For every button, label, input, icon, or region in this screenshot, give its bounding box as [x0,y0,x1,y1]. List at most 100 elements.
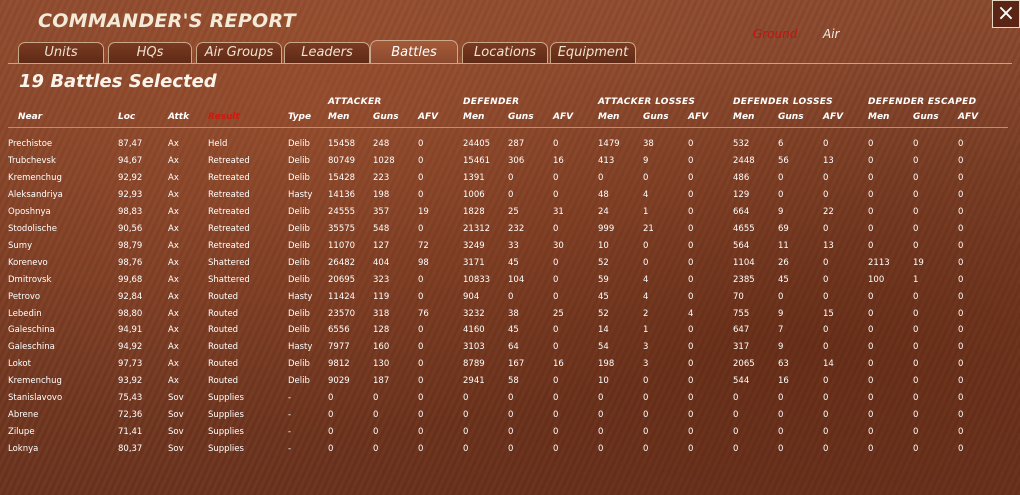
table-cell: 0 [688,325,694,336]
table-row[interactable]: Oposhnya 98,83 Ax Retreated Delib 24555 357 19 1… [0,207,1010,223]
table-cell: 0 [373,427,379,438]
table-cell: 0 [733,444,739,455]
table-row[interactable]: Prechistoe 87,47 Ax Held Delib 15458 248 0 24405… [0,139,1010,155]
table-cell: 15 [823,308,834,319]
table-cell: Delib [288,359,310,370]
table-cell: 0 [688,257,694,268]
table-cell: 0 [553,257,559,268]
column-header-men[interactable]: Men [598,112,619,122]
column-header-afv[interactable]: AFV [958,112,978,122]
table-row[interactable]: Korenevo 98,76 Ax Shattered Delib 26482 404 98 3… [0,258,1010,274]
table-cell: 9029 [328,376,350,387]
table-cell: 0 [913,172,919,183]
table-row[interactable]: Kremenchug 93,92 Ax Routed Delib 9029 187 0 2941… [0,376,1010,392]
column-header-guns[interactable]: Guns [913,112,939,122]
table-cell: 16 [553,155,564,166]
table-row[interactable]: Dmitrovsk 99,68 Ax Shattered Delib 20695 323 0 1… [0,275,1010,291]
table-cell: Kremenchug [8,172,62,183]
column-header-loc[interactable]: Loc [118,112,135,122]
table-row[interactable]: Aleksandriya 92,93 Ax Retreated Hasty 14136 19… [0,190,1010,206]
column-header-afv[interactable]: AFV [823,112,843,122]
table-row[interactable]: Stodolische 90,56 Ax Retreated Delib 35575 548… [0,224,1010,240]
table-cell: 306 [508,155,525,166]
table-row[interactable]: Sumy 98,79 Ax Retreated Delib 11070 127 72 3249 3… [0,241,1010,257]
column-header-guns[interactable]: Guns [508,112,534,122]
table-cell: 0 [778,444,784,455]
table-cell: 0 [958,223,964,234]
column-header-guns[interactable]: Guns [373,112,399,122]
column-header-attk[interactable]: Attk [168,112,189,122]
table-row[interactable]: Kremenchug 92,92 Ax Retreated Delib 15428 223 0… [0,173,1010,189]
table-cell: Ax [168,139,179,149]
table-row[interactable]: Lokot 97,73 Ax Routed Delib 9812 130 0 8789 167 16… [0,359,1010,375]
table-cell: Delib [288,206,310,217]
table-cell: - [288,427,292,438]
table-cell: 0 [643,376,649,387]
header-divider [8,127,1008,128]
column-header-men[interactable]: Men [463,112,484,122]
tab-locations[interactable]: Locations [462,42,548,63]
table-cell: Aleksandriya [8,189,63,200]
group-header-defender-losses: DEFENDER LOSSES [733,97,833,107]
table-cell: 0 [778,393,784,404]
table-row[interactable]: Stanislavovo 75,43 Sov Supplies - 0 0 0 0 0 0 0 0 0 0 0… [0,393,1010,409]
table-cell: Dmitrovsk [8,274,52,285]
table-cell: 70 [733,291,744,302]
table-row[interactable]: Petrovo 92,84 Ax Routed Hasty 11424 119 0 904 0 0 4… [0,292,1010,308]
table-cell: Abrene [8,410,39,421]
table-cell: 0 [868,308,874,319]
table-cell: 14 [823,359,834,370]
table-cell: Ax [168,274,179,285]
column-header-afv[interactable]: AFV [688,112,708,122]
table-cell: Ax [168,359,179,370]
table-cell: 14136 [328,189,356,200]
table-cell: Ax [168,189,179,200]
table-cell: 10833 [463,274,491,285]
column-header-result[interactable]: Result [208,112,240,122]
table-cell: 0 [823,291,829,302]
table-cell: 0 [418,291,424,302]
table-cell: 0 [553,223,559,234]
table-row[interactable]: Lebedin 98,80 Ax Routed Delib 23570 318 76 3232 3… [0,309,1010,325]
table-cell: 97,73 [118,359,143,370]
table-cell: 0 [553,342,559,353]
table-row[interactable]: Zilupe 71,41 Sov Supplies - 0 0 0 0 0 0 0 0 0 0 0 0 0 0 0 [0,427,1010,443]
table-cell: 104 [508,274,525,285]
table-cell: 0 [823,410,829,421]
column-header-guns[interactable]: Guns [778,112,804,122]
table-row[interactable]: Abrene 72,36 Sov Supplies - 0 0 0 0 0 0 0 0 0 0 0 0 0 0 0 [0,410,1010,426]
air-mode-toggle[interactable]: Air [823,27,839,41]
table-cell: 0 [958,291,964,302]
table-row[interactable]: Trubchevsk 94,67 Ax Retreated Delib 80749 1028… [0,156,1010,172]
column-header-men[interactable]: Men [868,112,889,122]
column-header-near[interactable]: Near [18,112,42,122]
close-icon[interactable]: × [992,0,1020,28]
table-cell: Routed [208,325,239,336]
table-cell: 323 [373,274,390,285]
table-cell: 9 [778,308,784,319]
table-cell: 98,79 [118,240,143,251]
column-header-men[interactable]: Men [328,112,349,122]
table-cell: Routed [208,376,239,387]
tab-units[interactable]: Units [18,42,104,63]
table-row[interactable]: Galeschina 94,91 Ax Routed Delib 6556 128 0 4160… [0,325,1010,341]
table-cell: 0 [868,342,874,353]
table-cell: 0 [778,410,784,421]
column-header-afv[interactable]: AFV [418,112,438,122]
ground-mode-toggle[interactable]: Ground [753,27,797,41]
column-header-type[interactable]: Type [288,112,311,122]
tab-equipment[interactable]: Equipment [550,42,636,63]
column-header-men[interactable]: Men [733,112,754,122]
tab-air-groups[interactable]: Air Groups [196,42,282,63]
tab-hqs[interactable]: HQs [108,42,192,63]
table-row[interactable]: Loknya 80,37 Sov Supplies - 0 0 0 0 0 0 0 0 0 0 0 0 0 0 0 [0,444,1010,460]
table-cell: 0 [868,155,874,166]
column-header-afv[interactable]: AFV [553,112,573,122]
table-cell: 0 [463,444,469,455]
column-header-guns[interactable]: Guns [643,112,669,122]
tab-leaders[interactable]: Leaders [284,42,370,63]
table-cell: 31 [553,206,564,217]
table-row[interactable]: Galeschina 94,92 Ax Routed Hasty 7977 160 0 3103… [0,342,1010,358]
table-cell: 0 [913,206,919,217]
tab-battles[interactable]: Battles [370,40,458,63]
